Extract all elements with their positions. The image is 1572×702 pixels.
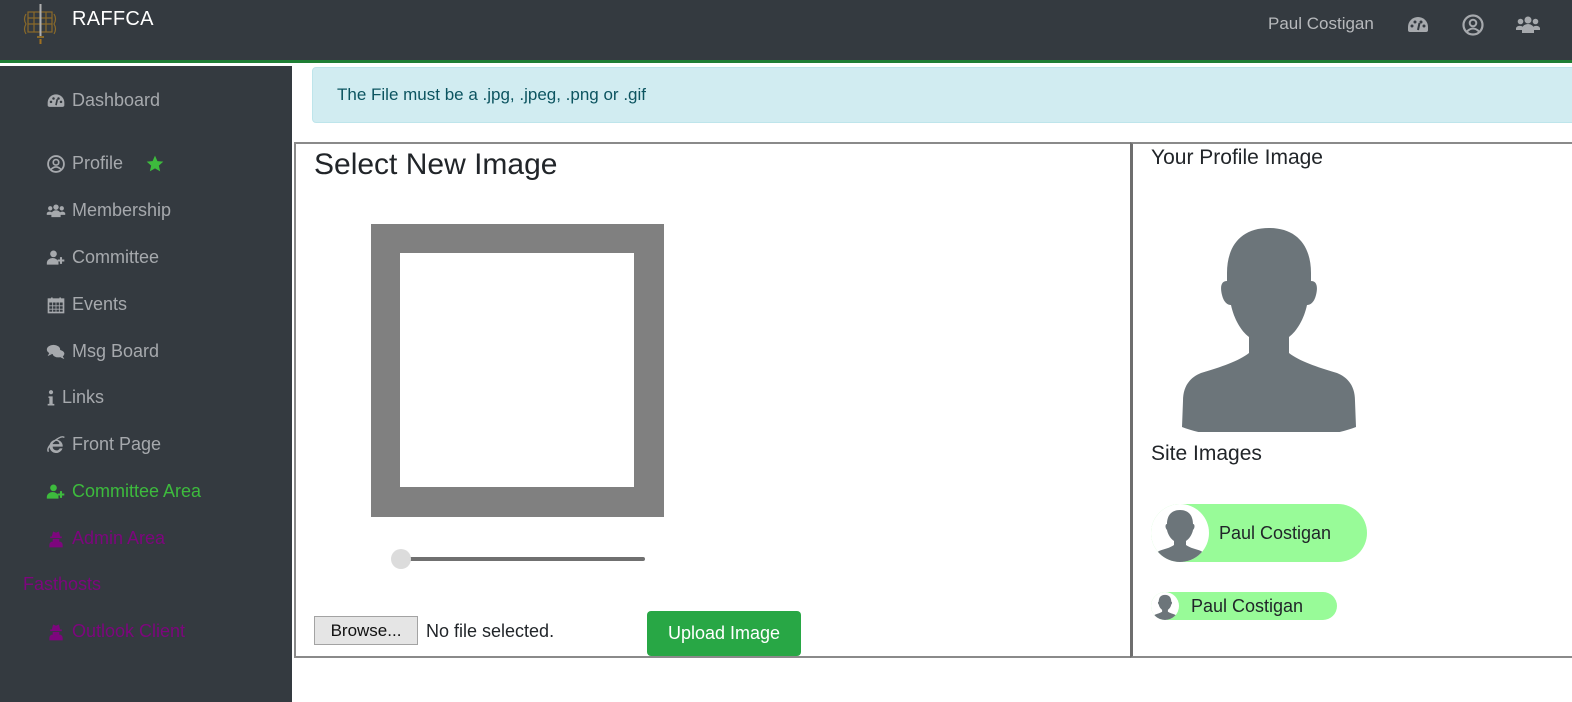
- user-plus-icon: [46, 484, 65, 499]
- brand-name[interactable]: RAFFCA: [72, 8, 154, 31]
- star-icon: [146, 155, 164, 171]
- crop-viewport[interactable]: [400, 253, 634, 487]
- user-chip-large: Paul Costigan: [1151, 504, 1367, 562]
- sidebar-item-label: Membership: [72, 200, 172, 220]
- slider-track[interactable]: [395, 557, 645, 561]
- dashboard-icon[interactable]: [1406, 13, 1430, 37]
- sidebar-item-links[interactable]: Links: [46, 387, 104, 408]
- calendar-icon: [47, 297, 65, 313]
- select-image-title: Select New Image: [314, 148, 558, 181]
- sidebar-item-label: Events: [72, 294, 128, 314]
- slider-thumb[interactable]: [391, 549, 411, 569]
- user-circle-icon: [47, 154, 65, 173]
- sidebar-item-committee-area[interactable]: Committee Area: [46, 481, 201, 502]
- sidebar: Dashboard Profile Membership Committee E…: [0, 66, 292, 702]
- sidebar-item-committee[interactable]: Committee: [46, 247, 159, 268]
- sidebar-item-dashboard[interactable]: Dashboard: [46, 90, 160, 111]
- sidebar-item-events[interactable]: Events: [46, 294, 127, 315]
- upload-image-button[interactable]: Upload Image: [647, 611, 801, 656]
- sidebar-item-label: Msg Board: [72, 341, 160, 361]
- sidebar-item-msg-board[interactable]: Msg Board: [46, 341, 159, 362]
- sidebar-item-label: Outlook Client: [72, 621, 186, 641]
- sidebar-item-admin-area[interactable]: Admin Area: [46, 528, 165, 549]
- sidebar-item-label: Profile: [72, 153, 124, 173]
- file-type-alert: The File must be a .jpg, .jpeg, .png or …: [312, 67, 1572, 123]
- user-circle-icon[interactable]: [1461, 13, 1485, 37]
- sidebar-item-outlook-client[interactable]: Outlook Client: [46, 621, 185, 642]
- sidebar-item-label: Links: [62, 387, 105, 407]
- sidebar-item-membership[interactable]: Membership: [46, 200, 171, 221]
- chip-name: Paul Costigan: [1219, 522, 1332, 543]
- sidebar-item-label: Admin Area: [72, 528, 166, 548]
- profile-avatar: [1182, 228, 1356, 432]
- site-images-title: Site Images: [1151, 442, 1262, 465]
- avatar: [1151, 504, 1209, 562]
- users-icon[interactable]: [1515, 13, 1541, 37]
- sidebar-item-label: Committee: [72, 247, 160, 267]
- user-secret-icon: [49, 624, 63, 640]
- dashboard-icon: [47, 93, 65, 107]
- select-image-panel: Select New Image Browse... No file selec…: [294, 142, 1132, 658]
- zoom-slider[interactable]: [391, 549, 645, 569]
- user-plus-icon: [46, 250, 65, 265]
- chip-name: Paul Costigan: [1191, 595, 1304, 616]
- image-crop-area[interactable]: [371, 224, 664, 517]
- sidebar-item-label: Front Page: [72, 434, 162, 454]
- browse-button[interactable]: Browse...: [314, 616, 418, 645]
- sidebar-item-label: Committee Area: [72, 481, 202, 501]
- sidebar-item-profile[interactable]: Profile: [46, 153, 171, 174]
- profile-image-panel: Your Profile Image Site Images Paul Cost…: [1130, 142, 1572, 658]
- user-secret-icon: [49, 531, 63, 547]
- raffca-logo-icon[interactable]: [20, 2, 62, 46]
- profile-image-title: Your Profile Image: [1151, 146, 1323, 169]
- info-icon: [47, 389, 55, 405]
- user-chip-small: Paul Costigan: [1151, 592, 1337, 620]
- file-status: No file selected.: [426, 621, 555, 641]
- top-navbar: RAFFCA Paul Costigan: [0, 0, 1572, 63]
- sidebar-item-front-page[interactable]: Front Page: [46, 434, 161, 455]
- sidebar-item-label: Dashboard: [72, 90, 161, 110]
- comments-icon: [46, 344, 65, 359]
- internet-explorer-icon: [47, 435, 65, 453]
- avatar: [1151, 592, 1179, 620]
- user-name[interactable]: Paul Costigan: [1268, 14, 1374, 34]
- main-content: The File must be a .jpg, .jpeg, .png or …: [292, 66, 1572, 702]
- users-icon: [46, 203, 66, 217]
- sidebar-section-fasthosts: Fasthosts: [23, 574, 102, 594]
